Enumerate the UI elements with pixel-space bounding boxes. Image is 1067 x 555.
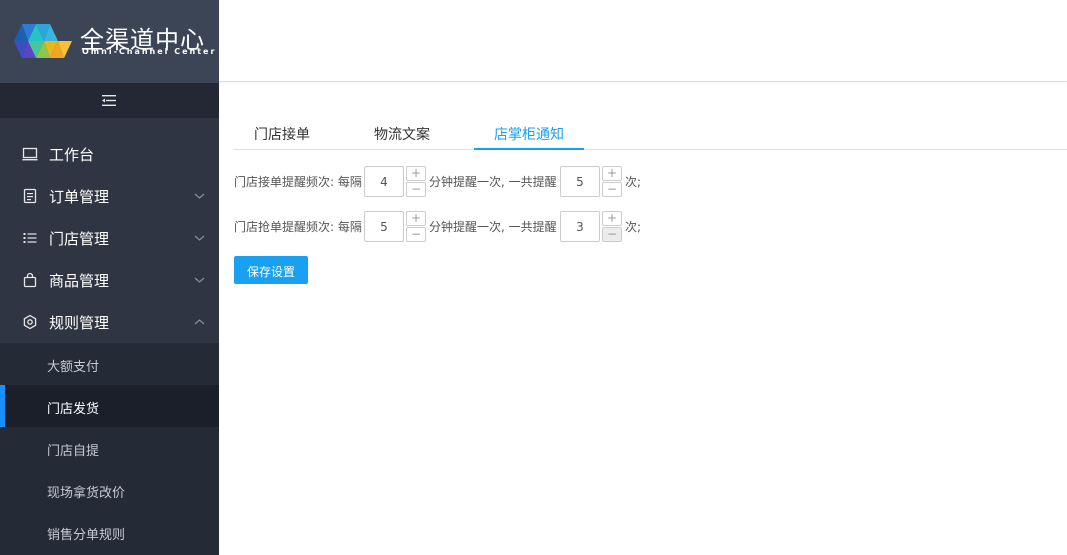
rules-submenu: 大额支付 门店发货 门店自提 现场拿货改价 销售分单规则	[0, 343, 219, 555]
tab-store-keeper-notice[interactable]: 店掌柜通知	[474, 118, 584, 150]
menu-collapse-icon	[102, 95, 116, 106]
sidebar-item-label: 门店管理	[49, 230, 110, 248]
sidebar-collapse-toggle[interactable]	[0, 83, 219, 118]
tab-label: 店掌柜通知	[494, 127, 564, 143]
setting-row-grab-reminder: 门店抢单提醒频次: 每隔 5 + − 分钟提醒一次, 一共提醒 3 + − 次;	[234, 211, 734, 242]
submenu-item-store-shipping[interactable]: 门店发货	[0, 385, 219, 427]
minus-icon: −	[606, 227, 618, 241]
logo-mark-icon	[14, 24, 72, 58]
setting-suffix: 次;	[625, 220, 642, 234]
top-header	[219, 0, 1067, 82]
submenu-item-onsite-price-change[interactable]: 现场拿货改价	[0, 469, 219, 511]
increment-button[interactable]: +	[602, 166, 622, 181]
submenu-item-sales-split-rules[interactable]: 销售分单规则	[0, 511, 219, 553]
chevron-up-icon	[194, 319, 205, 325]
tab-logistics-copy[interactable]: 物流文案	[354, 118, 454, 150]
sidebar-item-label: 规则管理	[49, 314, 110, 332]
tab-bar: 门店接单 物流文案 店掌柜通知	[234, 118, 1067, 150]
plus-icon: +	[606, 211, 618, 225]
bag-icon	[23, 272, 37, 288]
submenu-item-label: 门店自提	[47, 444, 100, 459]
decrement-button[interactable]: −	[406, 182, 426, 197]
decrement-button[interactable]: −	[406, 227, 426, 242]
submenu-item-label: 大额支付	[47, 360, 100, 375]
document-icon	[23, 188, 37, 204]
submenu-item-store-pickup[interactable]: 门店自提	[0, 427, 219, 469]
submenu-item-label: 现场拿货改价	[47, 486, 126, 501]
save-settings-button[interactable]: 保存设置	[234, 256, 308, 284]
setting-label: 门店抢单提醒频次: 每隔	[234, 220, 362, 234]
rule-icon	[23, 314, 37, 330]
count-input[interactable]: 5	[560, 166, 600, 197]
decrement-button[interactable]: −	[602, 182, 622, 197]
interval-stepper: + −	[406, 166, 426, 197]
chevron-down-icon	[194, 193, 205, 199]
setting-row-order-reminder: 门店接单提醒频次: 每隔 4 + − 分钟提醒一次, 一共提醒 5 + − 次;	[234, 166, 734, 197]
plus-icon: +	[410, 166, 422, 180]
sidebar-item-label: 工作台	[49, 146, 95, 164]
monitor-icon	[22, 147, 38, 161]
tab-label: 物流文案	[374, 127, 430, 143]
chevron-down-icon	[194, 277, 205, 283]
count-value: 3	[576, 220, 584, 234]
tab-store-orders[interactable]: 门店接单	[234, 118, 330, 150]
sidebar: 全渠道中心 Omni-Channel Center 工作台 订单管理 门店管理 …	[0, 0, 219, 555]
minus-icon: −	[410, 227, 422, 241]
plus-icon: +	[410, 211, 422, 225]
interval-input[interactable]: 4	[364, 166, 404, 197]
sidebar-item-workbench[interactable]: 工作台	[0, 133, 219, 175]
minus-icon: −	[410, 182, 422, 196]
brand-subtitle: Omni-Channel Center	[82, 47, 217, 56]
increment-button[interactable]: +	[602, 211, 622, 226]
increment-button[interactable]: +	[406, 211, 426, 226]
chevron-down-icon	[194, 235, 205, 241]
setting-suffix: 次;	[625, 175, 642, 189]
count-stepper: + −	[602, 166, 622, 197]
increment-button[interactable]: +	[406, 166, 426, 181]
submenu-item-label: 销售分单规则	[47, 528, 126, 543]
setting-label: 门店接单提醒频次: 每隔	[234, 175, 362, 189]
tab-label: 门店接单	[254, 127, 310, 143]
count-input[interactable]: 3	[560, 211, 600, 242]
sidebar-item-rules[interactable]: 规则管理	[0, 301, 219, 343]
interval-value: 5	[380, 220, 388, 234]
sidebar-item-orders[interactable]: 订单管理	[0, 175, 219, 217]
interval-stepper: + −	[406, 211, 426, 242]
brand-logo[interactable]: 全渠道中心 Omni-Channel Center	[0, 0, 219, 83]
sidebar-item-products[interactable]: 商品管理	[0, 259, 219, 301]
sidebar-item-stores[interactable]: 门店管理	[0, 217, 219, 259]
sidebar-menu: 工作台 订单管理 门店管理 商品管理 规则管理	[0, 133, 219, 343]
interval-value: 4	[380, 175, 388, 189]
sidebar-item-label: 商品管理	[49, 272, 110, 290]
sidebar-item-label: 订单管理	[49, 188, 110, 206]
list-icon	[23, 233, 37, 243]
count-value: 5	[576, 175, 584, 189]
save-button-label: 保存设置	[246, 265, 295, 279]
count-stepper: + −	[602, 211, 622, 242]
setting-middle-text: 分钟提醒一次, 一共提醒	[429, 220, 557, 234]
interval-input[interactable]: 5	[364, 211, 404, 242]
submenu-item-label: 门店发货	[47, 402, 100, 417]
submenu-item-large-payment[interactable]: 大额支付	[0, 343, 219, 385]
plus-icon: +	[606, 166, 618, 180]
setting-middle-text: 分钟提醒一次, 一共提醒	[429, 175, 557, 189]
decrement-button[interactable]: −	[602, 227, 622, 242]
minus-icon: −	[606, 182, 618, 196]
